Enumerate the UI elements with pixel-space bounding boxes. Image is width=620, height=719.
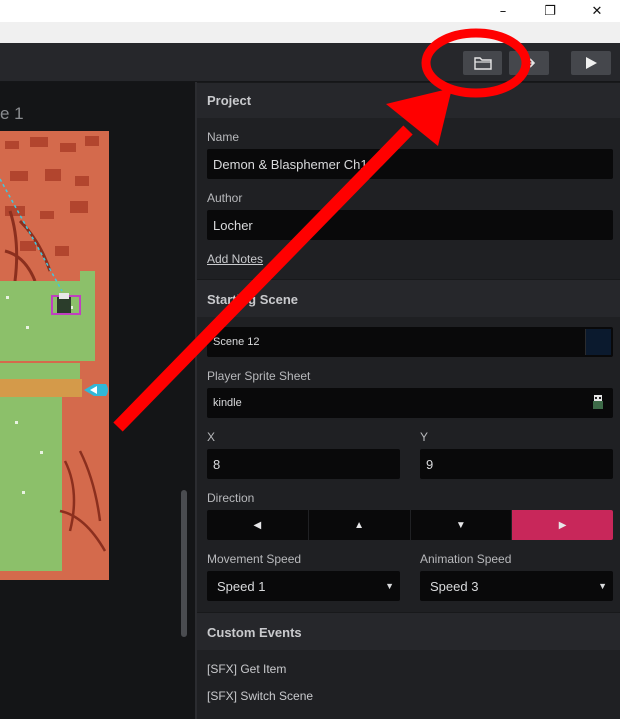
sprite-sheet-label: Player Sprite Sheet	[207, 369, 311, 383]
custom-events-header[interactable]: Custom Events	[197, 612, 620, 650]
direction-right-button[interactable]: ▶	[512, 510, 613, 540]
movement-speed-select[interactable]: Speed 1 ▼	[207, 571, 400, 601]
name-label: Name	[207, 130, 240, 144]
start-y-field[interactable]: 9	[420, 449, 613, 479]
x-label: X	[207, 430, 216, 444]
animation-speed-select[interactable]: Speed 3 ▼	[420, 571, 613, 601]
project-header[interactable]: Project	[197, 82, 620, 118]
chevron-down-icon: ▼	[598, 581, 607, 591]
sprite-sheet-value: kindle	[213, 397, 242, 409]
y-label: Y	[420, 430, 429, 444]
custom-event-item[interactable]: [SFX] Get Item	[207, 662, 286, 676]
folder-open-icon	[473, 57, 492, 70]
play-button[interactable]	[571, 51, 611, 75]
author-label: Author	[207, 191, 243, 205]
scene-thumbnail	[585, 329, 611, 355]
window-titlebar: – ❐ ✕	[0, 0, 620, 22]
scene-title: e 1	[0, 104, 24, 123]
direction-button-group: ◀ ▲ ▼ ▶	[207, 510, 613, 540]
direction-label: Direction	[207, 491, 255, 505]
chevron-down-icon: ▼	[385, 581, 394, 591]
custom-event-item[interactable]: [SFX] Switch Scene	[207, 689, 313, 703]
add-notes-link[interactable]: Add Notes	[207, 252, 263, 266]
properties-sidebar: Project Name Demon & Blasphemer Ch1 Auth…	[195, 82, 620, 719]
starting-scene-header[interactable]: Starting Scene	[197, 279, 620, 317]
export-button[interactable]	[509, 51, 549, 75]
close-button[interactable]: ✕	[574, 0, 620, 22]
movement-speed-label: Movement Speed	[207, 552, 302, 566]
open-folder-button[interactable]	[463, 51, 502, 75]
canvas-scrollbar[interactable]	[181, 490, 187, 637]
animation-speed-value: Speed 3	[430, 578, 479, 594]
starting-scene-value: Scene 12	[213, 336, 260, 348]
direction-down-button[interactable]: ▼	[411, 510, 513, 540]
toolbar	[0, 43, 620, 82]
project-name-field[interactable]: Demon & Blasphemer Ch1	[207, 149, 613, 179]
start-x-field[interactable]: 8	[207, 449, 400, 479]
play-icon	[586, 57, 597, 69]
minimize-button[interactable]: –	[480, 0, 526, 22]
menu-strip	[0, 22, 620, 43]
restore-button[interactable]: ❐	[527, 0, 573, 22]
export-icon	[524, 58, 536, 68]
sprite-thumbnail-icon	[593, 395, 603, 409]
direction-up-button[interactable]: ▲	[309, 510, 411, 540]
player-direction-indicator	[84, 384, 108, 396]
direction-left-button[interactable]: ◀	[207, 510, 309, 540]
scene-map[interactable]	[0, 131, 109, 580]
sprite-sheet-select[interactable]: kindle	[207, 388, 613, 418]
animation-speed-label: Animation Speed	[420, 552, 512, 566]
movement-speed-value: Speed 1	[217, 578, 266, 594]
starting-scene-select[interactable]: Scene 12	[207, 327, 613, 357]
author-field[interactable]: Locher	[207, 210, 613, 240]
